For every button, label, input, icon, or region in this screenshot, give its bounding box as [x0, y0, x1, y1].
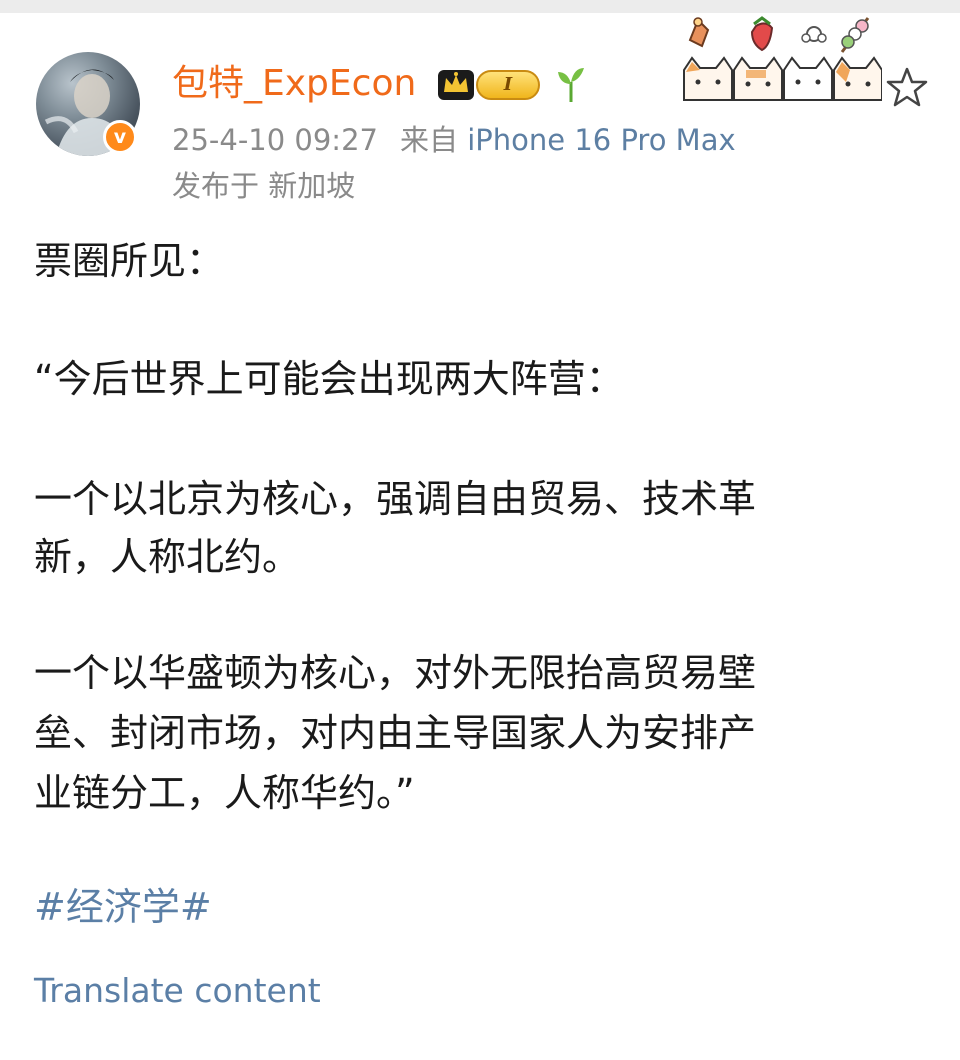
content-line: 一个以华盛顿为核心，对外无限抬高贸易壁 — [34, 651, 757, 695]
hashtag-link[interactable]: #经济学# — [34, 878, 212, 936]
sprout-icon — [554, 64, 588, 108]
content-line: 垒、封闭市场，对内由主导国家人为安排产 — [34, 711, 757, 755]
post-timestamp: 25-4-10 09:27 — [172, 123, 378, 157]
content-line: 业链分工，人称华约。” — [34, 771, 415, 815]
content-line: 新，人称北约。 — [34, 535, 301, 579]
content-line: “今后世界上可能会出现两大阵营： — [34, 357, 624, 401]
post-meta: 25-4-10 09:27 来自 iPhone 16 Pro Max — [172, 120, 736, 160]
crown-icon — [436, 64, 476, 108]
post-location: 发布于 新加坡 — [172, 169, 356, 203]
star-icon[interactable] — [886, 66, 928, 112]
author-name[interactable]: 包特_ExpEcon — [172, 60, 416, 108]
verified-badge-icon: v — [103, 120, 137, 154]
cat-sticker-decoration — [682, 12, 883, 108]
content-line: 一个以北京为核心，强调自由贸易、技术革 — [34, 477, 757, 521]
device-link[interactable]: iPhone 16 Pro Max — [467, 123, 735, 157]
level-badge: I — [476, 70, 540, 100]
source-prefix: 来自 — [399, 123, 458, 157]
translate-content-link[interactable]: Translate content — [34, 968, 321, 1014]
content-line: 票圈所见： — [34, 239, 225, 283]
